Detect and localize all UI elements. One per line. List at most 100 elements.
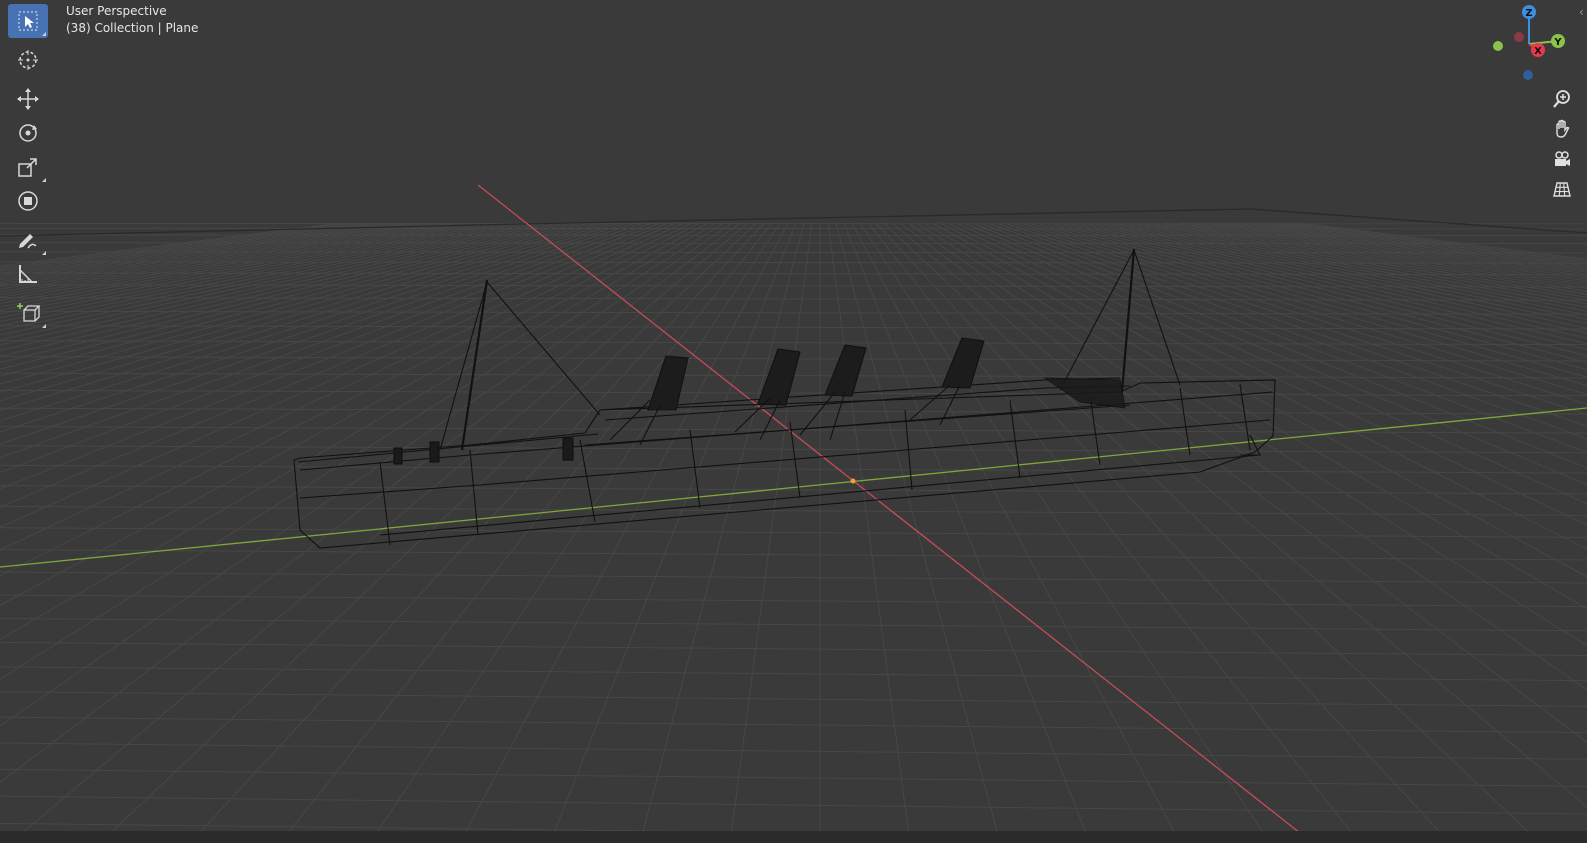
ortho-toggle-button[interactable] <box>1547 174 1577 204</box>
pan-button[interactable] <box>1547 114 1577 144</box>
select-box-icon <box>18 11 38 31</box>
scene-canvas[interactable] <box>0 0 1587 843</box>
grid-line <box>0 222 613 402</box>
add-cube-icon <box>17 303 40 322</box>
grid-line <box>0 641 1587 656</box>
grid-line <box>459 222 789 843</box>
measure-tool[interactable] <box>8 257 48 291</box>
move-icon <box>17 88 39 110</box>
origin-point <box>850 478 856 484</box>
navigation-gizmo[interactable]: Z Y X <box>1489 4 1569 84</box>
grid-line <box>0 594 1587 608</box>
grid-line <box>0 222 549 346</box>
grid-line <box>0 742 1587 760</box>
grid-line <box>0 549 1587 561</box>
grid-line <box>1275 222 1587 265</box>
rotate-tool[interactable] <box>8 116 48 150</box>
grid-line <box>0 222 653 459</box>
grid-line <box>0 222 621 412</box>
grid-line <box>0 407 1587 415</box>
grid-line <box>1179 222 1587 292</box>
camera-icon <box>1555 151 1570 166</box>
rotate-icon <box>19 124 37 142</box>
grid-line <box>0 284 1587 288</box>
annotate-icon <box>19 234 37 249</box>
camera-view-button[interactable] <box>1547 144 1577 174</box>
gizmo-y-label: Y <box>1553 37 1562 48</box>
grid-line <box>0 325 1587 330</box>
grid-line <box>0 571 1587 584</box>
grid-line <box>0 222 533 336</box>
grid-line <box>0 795 1587 815</box>
tool-shelf <box>8 4 48 330</box>
grid-line <box>1163 222 1587 298</box>
gizmo-z-label: Z <box>1525 8 1532 19</box>
transform-tool[interactable] <box>8 184 48 218</box>
grid-line <box>0 389 1587 397</box>
grid-line <box>1243 222 1587 273</box>
grid-line <box>1155 222 1587 302</box>
grid-line <box>0 222 517 327</box>
grid-line <box>0 666 1587 682</box>
grid-line <box>891 222 1587 808</box>
bottom-edge-strip <box>0 831 1587 843</box>
sidebar-toggle-handle[interactable]: ‹ <box>1579 0 1587 24</box>
annotate-tool[interactable] <box>8 223 48 257</box>
grid-line <box>0 222 365 272</box>
grid-line <box>1003 222 1587 416</box>
grid-line <box>1011 222 1587 405</box>
grid-line <box>1259 222 1587 269</box>
view-info-label: (38) Collection | Plane <box>66 21 199 35</box>
grid-line <box>0 222 525 331</box>
gizmo-neg-y-dot <box>1493 41 1503 51</box>
pan-hand-icon <box>1556 119 1570 138</box>
scale-tool[interactable] <box>8 150 48 184</box>
grid-line <box>0 716 1587 734</box>
move-tool[interactable] <box>8 82 48 116</box>
grid-line <box>0 234 1587 236</box>
zoom-button[interactable] <box>1547 84 1577 114</box>
grid-line <box>1171 222 1587 295</box>
grid-line <box>0 691 1587 707</box>
grid-line <box>0 222 429 290</box>
grid-line <box>0 222 701 577</box>
3d-viewport[interactable]: User Perspective (38) Collection | Plane <box>0 0 1587 843</box>
grid-line <box>0 222 557 351</box>
grid-line <box>0 464 1587 474</box>
select-box-tool[interactable] <box>8 4 48 38</box>
grid-line <box>915 222 1587 647</box>
gizmo-x-label: X <box>1534 46 1542 57</box>
grid-line <box>0 340 1587 346</box>
navigation-buttons <box>1547 84 1577 204</box>
floor-grid <box>0 222 1587 843</box>
grid-line <box>979 222 1587 454</box>
gizmo-neg-z-dot <box>1523 70 1533 80</box>
gizmo-neg-x-dot <box>1514 32 1524 42</box>
grid-line <box>1291 222 1587 262</box>
x-axis-line <box>477 184 1301 834</box>
ship-wireframe <box>293 248 1276 549</box>
grid-line <box>0 222 693 551</box>
y-axis-line <box>0 407 1587 568</box>
zoom-icon <box>1553 90 1570 108</box>
grid-line <box>1099 222 1587 329</box>
grid-line <box>883 222 1541 843</box>
grid-line <box>0 222 637 433</box>
grid-line <box>1251 222 1587 271</box>
grid-line <box>0 617 1587 632</box>
grid-line <box>0 527 1587 538</box>
scale-icon <box>18 158 37 177</box>
grid-line <box>1123 222 1587 316</box>
grid-line <box>955 222 1587 505</box>
cursor-tool[interactable] <box>8 43 48 77</box>
grid-line <box>0 222 373 274</box>
grid-line <box>0 222 493 315</box>
grid-line <box>1035 222 1587 378</box>
grid-line <box>0 222 485 311</box>
grid-line <box>1299 222 1587 260</box>
add-cube-tool[interactable] <box>8 296 48 330</box>
grid-line <box>1235 222 1587 275</box>
grid-line <box>0 768 1587 787</box>
view-name-label: User Perspective <box>66 4 167 18</box>
cursor-icon <box>18 50 38 70</box>
